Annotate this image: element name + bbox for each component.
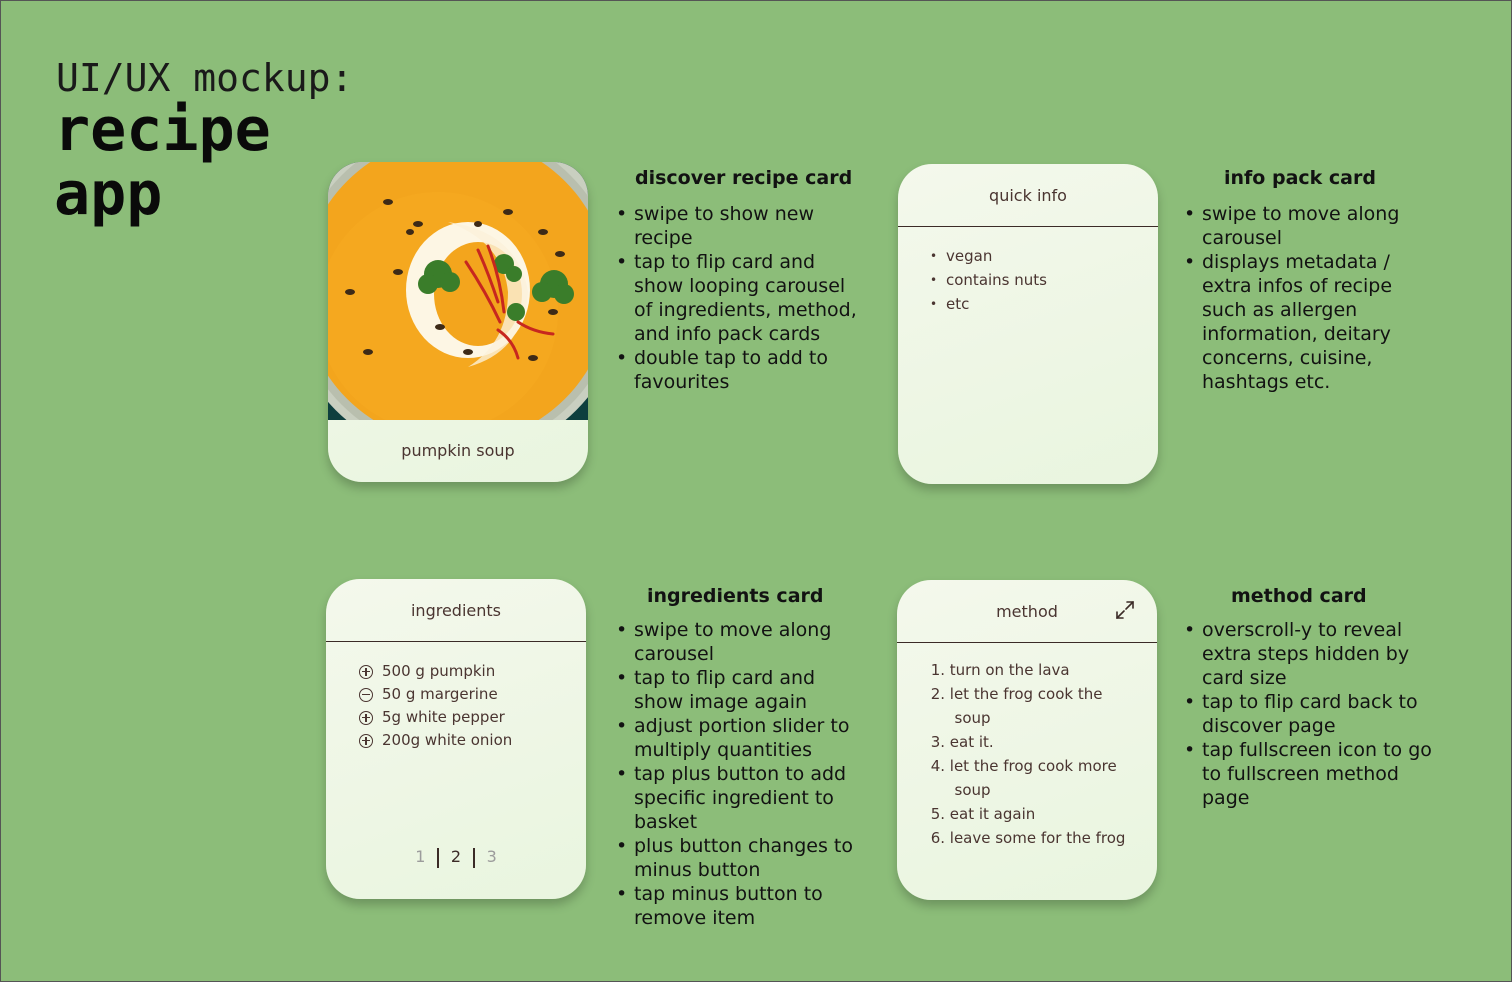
title-line-2: app: [54, 159, 163, 229]
title-prefix: UI/UX mockup:: [56, 56, 354, 100]
note-item: tap to flip card and show looping carous…: [616, 250, 864, 346]
list-item: etc: [930, 292, 1047, 316]
plus-circle-icon[interactable]: [359, 733, 373, 748]
note-item: swipe to show new recipe: [616, 202, 864, 250]
step-number: 6.: [930, 829, 945, 847]
step-number: 2.: [930, 685, 945, 703]
method-step: 1. turn on the lava: [925, 658, 1145, 682]
pumpkin-soup-image: [328, 162, 588, 420]
expand-icon[interactable]: [1115, 600, 1135, 620]
card-header: method: [897, 580, 1157, 643]
ingredient-label: 200g white onion: [382, 731, 513, 749]
plus-circle-icon[interactable]: [359, 664, 373, 679]
discover-recipe-card[interactable]: pumpkin soup: [328, 162, 588, 482]
info-card-notes: info pack card swipe to move along carou…: [1184, 166, 1434, 394]
discover-card-notes: discover recipe card swipe to show new r…: [616, 166, 864, 394]
recipe-photo: [328, 162, 588, 420]
title-line-1: recipe: [54, 95, 271, 165]
note-item: displays metadata / extra infos of recip…: [1184, 250, 1434, 394]
step-text: turn on the lava: [949, 661, 1070, 679]
step-number: 5.: [930, 805, 945, 823]
note-title: info pack card: [1224, 167, 1376, 189]
note-item: tap to flip card and show image again: [616, 666, 868, 714]
list-item: contains nuts: [930, 268, 1047, 292]
list-item: vegan: [930, 244, 1047, 268]
method-step: 5. eat it again: [925, 802, 1145, 826]
card-title: method: [996, 602, 1058, 621]
quick-info-list: vegan contains nuts etc: [930, 244, 1047, 316]
method-card[interactable]: method 1. turn on the lava 2. let the fr…: [897, 580, 1157, 900]
step-text: leave some for the frog: [949, 829, 1126, 847]
info-pack-card[interactable]: quick info vegan contains nuts etc: [898, 164, 1158, 484]
card-header: quick info: [898, 164, 1158, 227]
page-title: recipe app: [54, 98, 271, 226]
note-item: tap fullscreen icon to go to fullscreen …: [1184, 738, 1440, 810]
step-text: let the frog cook the soup: [949, 685, 1103, 727]
method-step: 3. eat it.: [925, 730, 1145, 754]
note-item: double tap to add to favourites: [616, 346, 864, 394]
ingredient-item: 500 g pumpkin: [359, 660, 512, 683]
ingredient-label: 50 g margerine: [382, 685, 498, 703]
card-header: ingredients: [326, 579, 586, 642]
ingredient-label: 5g white pepper: [382, 708, 505, 726]
card-title: quick info: [989, 186, 1067, 205]
note-item: swipe to move along carousel: [616, 618, 868, 666]
method-steps: 1. turn on the lava 2. let the frog cook…: [925, 658, 1145, 850]
ingredients-card[interactable]: ingredients 500 g pumpkin 50 g margerine…: [326, 579, 586, 899]
method-step: 4. let the frog cook more soup: [925, 754, 1145, 802]
note-item: adjust portion slider to multiply quanti…: [616, 714, 868, 762]
note-title: method card: [1231, 585, 1367, 607]
recipe-name: pumpkin soup: [401, 441, 515, 460]
note-item: tap plus button to add specific ingredie…: [616, 762, 868, 834]
method-card-notes: method card overscroll-y to reveal extra…: [1184, 584, 1440, 810]
pager-option-1[interactable]: 1: [403, 847, 437, 866]
note-subitem: tap minus button to remove item: [616, 882, 868, 930]
ingredient-item: 5g white pepper: [359, 706, 512, 729]
ingredients-card-notes: ingredients card swipe to move along car…: [616, 584, 868, 930]
pager-option-2[interactable]: 2: [439, 847, 473, 866]
pager-option-3[interactable]: 3: [475, 847, 509, 866]
note-item: overscroll-y to reveal extra steps hidde…: [1184, 618, 1440, 690]
plus-circle-icon[interactable]: [359, 710, 373, 725]
note-item: swipe to move along carousel: [1184, 202, 1434, 250]
minus-circle-icon[interactable]: [359, 687, 373, 702]
note-title: discover recipe card: [635, 167, 853, 189]
step-number: 4.: [930, 757, 945, 775]
method-step: 2. let the frog cook the soup: [925, 682, 1145, 730]
method-step: 6. leave some for the frog: [925, 826, 1145, 850]
step-number: 1.: [930, 661, 945, 679]
note-title: ingredients card: [647, 585, 824, 607]
ingredient-item: 50 g margerine: [359, 683, 512, 706]
card-title: ingredients: [410, 601, 501, 620]
step-text: eat it.: [949, 733, 994, 751]
step-text: let the frog cook more soup: [949, 757, 1117, 799]
portion-pager: 123: [326, 847, 586, 868]
ingredient-label: 500 g pumpkin: [382, 662, 496, 680]
note-item: tap to flip card back to discover page: [1184, 690, 1440, 738]
note-subitem: plus button changes to minus button: [616, 834, 868, 882]
ingredient-item: 200g white onion: [359, 729, 512, 752]
step-number: 3.: [930, 733, 945, 751]
ingredient-list: 500 g pumpkin 50 g margerine 5g white pe…: [359, 660, 512, 752]
step-text: eat it again: [949, 805, 1036, 823]
